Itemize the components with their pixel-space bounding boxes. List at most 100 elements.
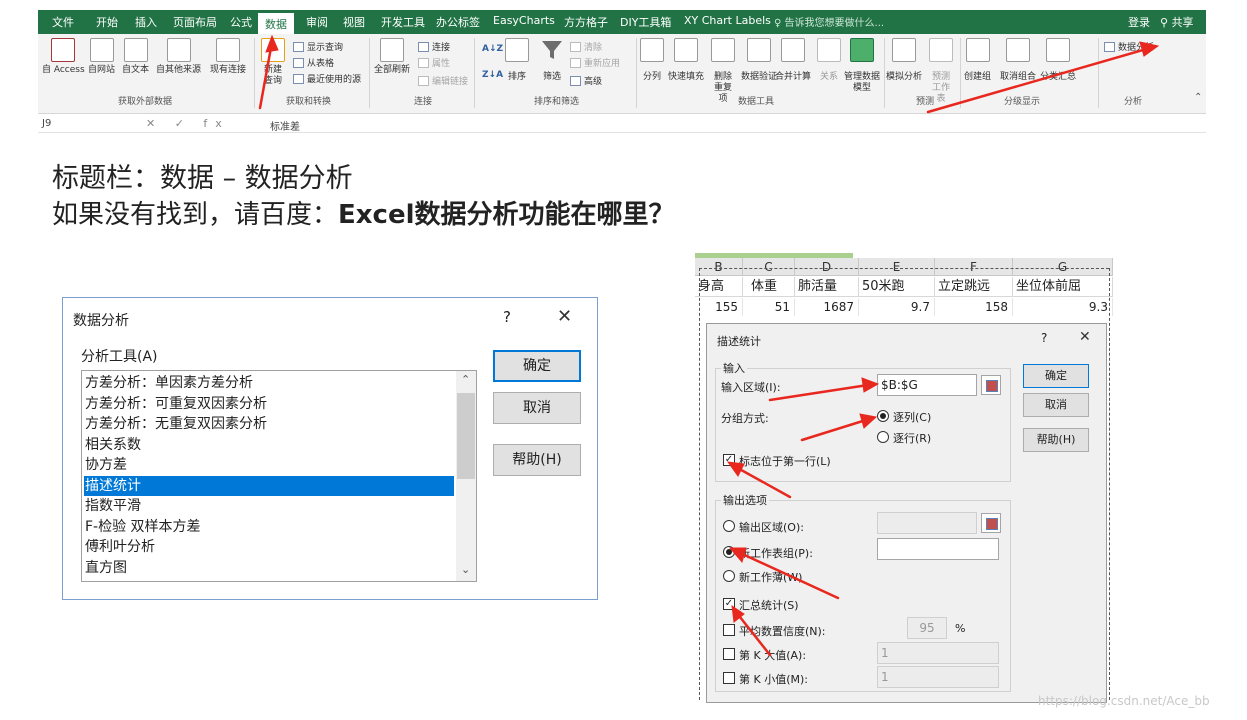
output-range-field[interactable] bbox=[877, 512, 977, 534]
refresh-all-button[interactable]: 全部刷新 bbox=[374, 38, 410, 76]
consolidate-button[interactable]: 合并计算 bbox=[775, 38, 811, 83]
table-cell[interactable]: 坐位体前屈 bbox=[1013, 277, 1113, 297]
scroll-thumb[interactable] bbox=[457, 393, 475, 479]
from-access-button[interactable]: 自 Access bbox=[42, 38, 85, 76]
table-cell[interactable]: 肺活量 bbox=[795, 277, 859, 297]
kth-smallest-checkbox[interactable] bbox=[723, 672, 735, 684]
cancel-button[interactable]: 取消 bbox=[1023, 393, 1089, 417]
by-rows-radio[interactable] bbox=[877, 431, 889, 443]
tab-developer[interactable]: 开发工具 bbox=[381, 14, 425, 30]
edit-links-button[interactable]: 编辑链接 bbox=[418, 74, 468, 87]
tab-home[interactable]: 开始 bbox=[96, 14, 118, 30]
advanced-filter-button[interactable]: 高级 bbox=[570, 74, 602, 87]
kth-largest-checkbox[interactable] bbox=[723, 648, 735, 660]
scroll-down-icon[interactable]: ⌄ bbox=[461, 563, 470, 576]
table-cell[interactable]: 立定跳远 bbox=[935, 277, 1013, 297]
kth-largest-label[interactable]: 第 K 大值(A): bbox=[739, 647, 806, 663]
list-item[interactable]: 协方差 bbox=[84, 455, 454, 476]
tab-data[interactable]: 数据 bbox=[258, 13, 294, 34]
login-link[interactable]: 登录 bbox=[1128, 14, 1150, 30]
filter-button[interactable]: 筛选 bbox=[540, 38, 564, 83]
confidence-level-field[interactable]: 95 bbox=[907, 617, 947, 639]
table-cell[interactable]: 身高 bbox=[695, 277, 743, 297]
share-button[interactable]: ⚲ 共享 bbox=[1160, 14, 1194, 30]
tab-xy-chart-labels[interactable]: XY Chart Labels bbox=[684, 14, 771, 27]
tab-file[interactable]: 文件 bbox=[52, 14, 74, 30]
connections-button[interactable]: 连接 bbox=[418, 40, 450, 53]
sort-az-icon[interactable]: A↓Z bbox=[482, 44, 503, 54]
help-icon[interactable]: ? bbox=[503, 308, 511, 326]
new-sheet-label[interactable]: 新工作表组(P): bbox=[739, 545, 813, 561]
what-if-analysis-button[interactable]: 模拟分析 bbox=[886, 38, 922, 83]
kth-smallest-field[interactable]: 1 bbox=[877, 666, 999, 688]
table-cell[interactable]: 50米跑 bbox=[859, 277, 935, 297]
existing-connections-button[interactable]: 现有连接 bbox=[210, 38, 246, 76]
formula-input[interactable]: 标准差 bbox=[270, 118, 300, 133]
clear-filter-button[interactable]: 清除 bbox=[570, 40, 602, 53]
kth-smallest-label[interactable]: 第 K 小值(M): bbox=[739, 671, 808, 687]
list-item[interactable]: 方差分析：无重复双因素分析 bbox=[84, 414, 454, 435]
tab-easycharts[interactable]: EasyCharts bbox=[493, 14, 555, 27]
tab-view[interactable]: 视图 bbox=[343, 14, 365, 30]
list-item[interactable]: F-检验 双样本方差 bbox=[84, 517, 454, 538]
sort-za-icon[interactable]: Z↓A bbox=[482, 70, 503, 80]
list-scrollbar[interactable]: ⌃ ⌄ bbox=[456, 371, 476, 581]
by-rows-label[interactable]: 逐行(R) bbox=[893, 430, 931, 446]
relationships-button[interactable]: 关系 bbox=[817, 38, 841, 83]
labels-first-row-checkbox[interactable]: ✓ bbox=[723, 454, 735, 466]
new-sheet-radio[interactable] bbox=[723, 546, 735, 558]
close-icon[interactable]: ✕ bbox=[1079, 329, 1091, 345]
recent-sources-button[interactable]: 最近使用的源 bbox=[293, 72, 361, 85]
summary-statistics-label[interactable]: 汇总统计(S) bbox=[739, 597, 799, 613]
sort-button[interactable]: 排序 bbox=[505, 38, 529, 83]
text-to-columns-button[interactable]: 分列 bbox=[640, 38, 664, 83]
new-sheet-name-field[interactable] bbox=[877, 538, 999, 560]
ok-button[interactable]: 确定 bbox=[493, 350, 581, 382]
list-item[interactable]: 方差分析：单因素方差分析 bbox=[84, 373, 454, 394]
table-cell[interactable]: 51 bbox=[743, 298, 795, 316]
output-range-radio[interactable] bbox=[723, 520, 735, 532]
cancel-button[interactable]: 取消 bbox=[493, 392, 581, 424]
tab-fangfang[interactable]: 方方格子 bbox=[564, 14, 608, 30]
collapse-ribbon-icon[interactable]: ⌃ bbox=[1194, 92, 1202, 103]
name-box[interactable]: J9 bbox=[42, 118, 142, 129]
tab-office-tab[interactable]: 办公标签 bbox=[436, 14, 480, 30]
data-analysis-button[interactable]: 数据分析 bbox=[1104, 40, 1154, 53]
flash-fill-button[interactable]: 快速填充 bbox=[668, 38, 704, 83]
help-button[interactable]: 帮助(H) bbox=[493, 444, 581, 476]
table-cell[interactable]: 158 bbox=[935, 298, 1013, 316]
list-item[interactable]: 直方图 bbox=[84, 558, 454, 579]
column-header-f[interactable]: F bbox=[935, 258, 1013, 276]
list-item-selected[interactable]: 描述统计 bbox=[84, 475, 454, 496]
range-picker-icon[interactable] bbox=[981, 375, 1001, 395]
table-cell[interactable]: 9.7 bbox=[859, 298, 935, 316]
reapply-button[interactable]: 重新应用 bbox=[570, 56, 620, 69]
labels-first-row-label[interactable]: 标志位于第一行(L) bbox=[739, 453, 831, 469]
table-cell[interactable]: 9.3 bbox=[1013, 298, 1113, 316]
from-web-button[interactable]: 自网站 bbox=[88, 38, 115, 76]
tell-me-search[interactable]: ♀ 告诉我您想要做什么... bbox=[774, 14, 884, 29]
new-workbook-radio[interactable] bbox=[723, 570, 735, 582]
show-queries-button[interactable]: 显示查询 bbox=[293, 40, 343, 53]
confidence-level-label[interactable]: 平均数置信度(N): bbox=[739, 623, 826, 639]
range-picker-icon[interactable] bbox=[981, 513, 1001, 533]
table-cell[interactable]: 体重 bbox=[743, 277, 795, 297]
subtotal-button[interactable]: 分类汇总 bbox=[1040, 38, 1076, 83]
help-button[interactable]: 帮助(H) bbox=[1023, 428, 1089, 452]
by-columns-label[interactable]: 逐列(C) bbox=[893, 409, 931, 425]
table-cell[interactable]: 1687 bbox=[795, 298, 859, 316]
new-query-button[interactable]: 新建查询 bbox=[260, 38, 286, 87]
tab-page-layout[interactable]: 页面布局 bbox=[173, 14, 217, 30]
output-range-label[interactable]: 输出区域(O): bbox=[739, 519, 804, 535]
group-button[interactable]: 创建组 bbox=[964, 38, 991, 83]
analysis-tools-list[interactable]: 方差分析：单因素方差分析 方差分析：可重复双因素分析 方差分析：无重复双因素分析… bbox=[81, 370, 477, 582]
table-cell[interactable]: 155 bbox=[695, 298, 743, 316]
properties-button[interactable]: 属性 bbox=[418, 56, 450, 69]
list-item[interactable]: 傅利叶分析 bbox=[84, 537, 454, 558]
ok-button[interactable]: 确定 bbox=[1023, 364, 1089, 388]
from-other-sources-button[interactable]: 自其他来源 bbox=[156, 38, 201, 76]
tab-formulas[interactable]: 公式 bbox=[230, 14, 252, 30]
new-workbook-label[interactable]: 新工作薄(W) bbox=[739, 569, 802, 585]
close-icon[interactable]: ✕ bbox=[557, 306, 572, 327]
list-item[interactable]: 方差分析：可重复双因素分析 bbox=[84, 394, 454, 415]
